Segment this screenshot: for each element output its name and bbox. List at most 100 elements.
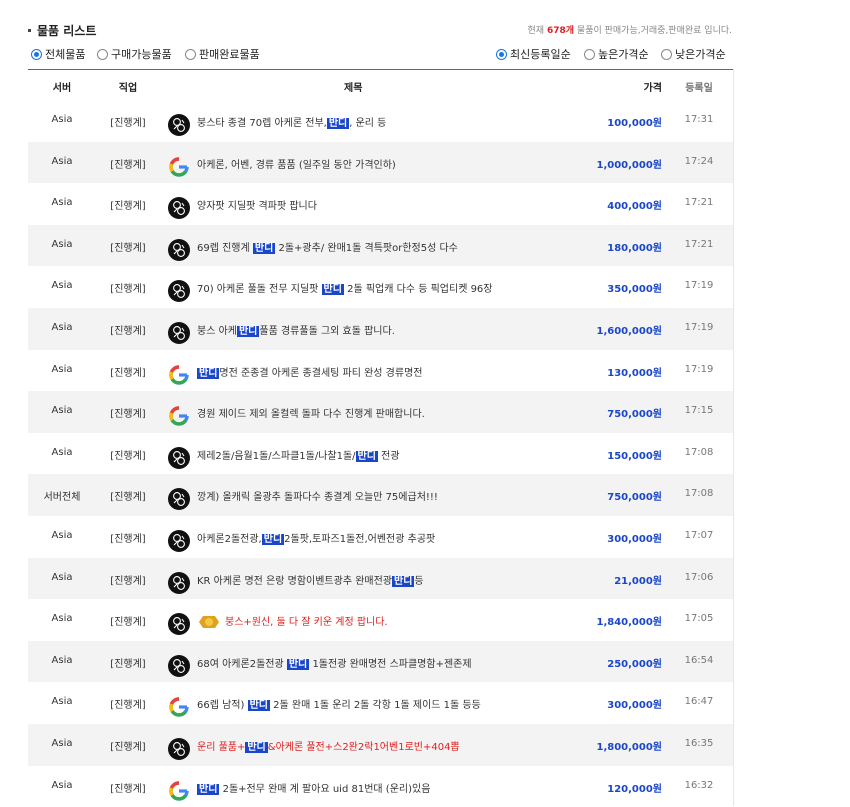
server-cell: Asia <box>28 405 96 416</box>
bandi-tag: 반디 <box>197 784 219 795</box>
google-icon <box>168 696 190 718</box>
item-title-link[interactable]: 아케론, 어벤, 경류 품품 (일주일 동안 가격인하) <box>197 156 396 171</box>
price-cell: 1,600,000원 <box>596 322 662 337</box>
item-title-link[interactable]: 66렙 남적) 반디 2돌 완매 1돌 운리 2돌 각항 1돌 제이드 1돌 등… <box>197 696 481 711</box>
date-cell: 17:06 <box>676 572 722 583</box>
sort-price-low[interactable]: 낮은가격순 <box>661 46 726 62</box>
server-cell: Asia <box>28 655 96 666</box>
job-cell: [진행계] <box>96 364 160 379</box>
item-title-link[interactable]: 68여 아케론2돌전광 반디 1돌전광 완매명전 스파클명함+젠존제 <box>197 655 472 670</box>
item-title-link[interactable]: 운리 풀품+반디&아케론 풀전+스2완2락1어벤1로빈+404뽑 <box>197 738 460 753</box>
server-cell: Asia <box>28 156 96 167</box>
filter-sold[interactable]: 판매완료물품 <box>185 46 260 62</box>
date-cell: 17:07 <box>676 530 722 541</box>
notice-prefix: 현재 <box>528 26 545 36</box>
item-title-link[interactable]: 붕스 아케반디풀품 경류풀돌 그외 효돌 팝니다. <box>197 322 395 337</box>
bandi-tag: 반디 <box>248 700 270 711</box>
table-row[interactable]: Asia[진행계]66렙 남적) 반디 2돌 완매 1돌 운리 2돌 각항 1돌… <box>28 682 734 724</box>
filter-all[interactable]: 전체물품 <box>31 46 85 62</box>
table-row[interactable]: Asia[진행계]KR 아케론 명전 은랑 명함이벤트광추 완매전광반디등21,… <box>28 558 734 600</box>
date-cell: 17:08 <box>676 447 722 458</box>
filter-available[interactable]: 구매가능물품 <box>97 46 172 62</box>
server-cell: Asia <box>28 780 96 791</box>
title-text: 2돌+광추/ 완매1돌 격특팟or한정5성 다수 <box>275 243 458 254</box>
title-text: , 운리 등 <box>349 118 386 129</box>
table-row[interactable]: Asia[진행계]양자팟 지딜팟 격파팟 팝니다400,000원17:21 <box>28 183 734 225</box>
hoyoverse-icon <box>168 197 190 219</box>
col-price: 가격 <box>644 79 662 94</box>
server-cell: Asia <box>28 738 96 749</box>
item-title-link[interactable]: 깡계) 올캐릭 올광추 돌파다수 종결계 오늘만 75에급처!!! <box>197 488 438 503</box>
job-cell: [진행계] <box>96 655 160 670</box>
table-row[interactable]: Asia[진행계]반디 2돌+전무 완매 계 팔아요 uid 81번대 (운리)… <box>28 766 734 807</box>
item-title-link[interactable]: 제레2돌/음월1돌/스파클1돌/나찰1돌/반디 전광 <box>197 447 400 462</box>
radio-icon[interactable] <box>31 49 42 60</box>
sort-newest[interactable]: 최신등록일순 <box>496 46 571 62</box>
table-row[interactable]: Asia[진행계]붕스타 종결 70렙 아케론 전부,반디, 운리 등100,0… <box>28 100 734 142</box>
col-title: 제목 <box>344 79 362 94</box>
table-row[interactable]: Asia[진행계] 68여 아케론2돌전광 반디 1돌전광 완매명전 스파클명함+… <box>28 641 734 683</box>
price-cell: 130,000원 <box>607 364 662 379</box>
item-title-link[interactable]: 반디명전 준종결 아케론 종결세팅 파티 완성 경류명전 <box>197 364 422 379</box>
table-row[interactable]: Asia[진행계]70) 아케론 풀돌 전무 지딜팟 반디 2돌 픽업캐 다수 … <box>28 266 734 308</box>
item-title-link[interactable]: 경원 제이드 제외 올컬렉 돌파 다수 진행계 판매합니다. <box>197 405 425 420</box>
job-cell: [진행계] <box>96 738 160 753</box>
hoyoverse-icon <box>168 613 190 635</box>
radio-icon[interactable] <box>584 49 595 60</box>
server-cell: Asia <box>28 197 96 208</box>
job-cell: [진행계] <box>96 405 160 420</box>
table-row[interactable]: Asia[진행계]붕스 아케반디풀품 경류풀돌 그외 효돌 팝니다.1,600,… <box>28 308 734 350</box>
panel-edge <box>733 69 734 806</box>
table-row[interactable]: Asia[진행계]69렙 진행계 반디 2돌+광추/ 완매1돌 격특팟or한정5… <box>28 225 734 267</box>
item-title-link[interactable]: 붕스타 종결 70렙 아케론 전부,반디, 운리 등 <box>197 114 386 129</box>
title-text: 붕스 아케 <box>197 326 237 337</box>
title-text: 운리 풀품+ <box>197 742 245 753</box>
item-title-link[interactable]: 반디 2돌+전무 완매 계 팔아요 uid 81번대 (운리)있음 <box>197 780 430 795</box>
table-row[interactable]: 서버전체[진행계]깡계) 올캐릭 올광추 돌파다수 종결계 오늘만 75에급처!… <box>28 474 734 516</box>
server-cell: Asia <box>28 572 96 583</box>
col-job: 직업 <box>96 79 160 94</box>
table-row[interactable]: Asia[진행계]경원 제이드 제외 올컬렉 돌파 다수 진행계 판매합니다.7… <box>28 391 734 433</box>
server-cell: Asia <box>28 280 96 291</box>
table-row[interactable]: Asia[진행계]아케론, 어벤, 경류 품품 (일주일 동안 가격인하)1,0… <box>28 142 734 184</box>
title-text: 아케론2돌전광, <box>197 534 262 545</box>
job-cell: [진행계] <box>96 696 160 711</box>
item-title-link[interactable]: 69렙 진행계 반디 2돌+광추/ 완매1돌 격특팟or한정5성 다수 <box>197 239 458 254</box>
radio-icon[interactable] <box>97 49 108 60</box>
title-text: 명전 준종결 아케론 종결세팅 파티 완성 경류명전 <box>219 368 422 379</box>
item-title-link[interactable]: 붕스+원신, 둘 다 잘 키운 계정 팝니다. <box>197 613 388 629</box>
title-text: 경원 제이드 제외 올컬렉 돌파 다수 진행계 판매합니다. <box>197 409 425 420</box>
title-text: 깡계) 올캐릭 올광추 돌파다수 종결계 오늘만 75에급처!!! <box>197 492 438 503</box>
price-cell: 250,000원 <box>607 655 662 670</box>
title-text: 전광 <box>378 451 400 462</box>
filter-available-label: 구매가능물품 <box>111 46 172 62</box>
sort-price-high[interactable]: 높은가격순 <box>584 46 649 62</box>
table-row[interactable]: Asia[진행계]아케론2돌전광,반디2돌팟,토파즈1돌전,어벤전광 추공팟30… <box>28 516 734 558</box>
radio-icon[interactable] <box>185 49 196 60</box>
job-cell: [진행계] <box>96 239 160 254</box>
price-cell: 750,000원 <box>607 488 662 503</box>
item-title-link[interactable]: 70) 아케론 풀돌 전무 지딜팟 반디 2돌 픽업캐 다수 등 픽업티켓 96… <box>197 280 493 295</box>
table-row[interactable]: Asia[진행계] 운리 풀품+반디&아케론 풀전+스2완2락1어벤1로빈+404… <box>28 724 734 766</box>
gold-badge-icon <box>197 617 225 628</box>
table-row[interactable]: Asia[진행계]제레2돌/음월1돌/스파클1돌/나찰1돌/반디 전광150,0… <box>28 433 734 475</box>
job-cell: [진행계] <box>96 447 160 462</box>
radio-icon[interactable] <box>661 49 672 60</box>
item-table: 서버 직업 제목 가격 등록일 Asia[진행계]붕스타 종결 70렙 아케론 … <box>28 69 734 807</box>
item-title-link[interactable]: KR 아케론 명전 은랑 명함이벤트광추 완매전광반디등 <box>197 572 424 587</box>
title-text: 풀품 경류풀돌 그외 효돌 팝니다. <box>259 326 395 337</box>
job-cell: [진행계] <box>96 530 160 545</box>
table-header: 서버 직업 제목 가격 등록일 <box>28 70 734 100</box>
item-count-notice: 현재 678개 물품이 판매가능,거래중,판매완료 입니다. <box>528 23 732 36</box>
date-cell: 17:05 <box>676 613 722 624</box>
radio-icon[interactable] <box>496 49 507 60</box>
table-row[interactable]: Asia[진행계]붕스+원신, 둘 다 잘 키운 계정 팝니다.1,840,00… <box>28 599 734 641</box>
job-cell: [진행계] <box>96 197 160 212</box>
job-cell: [진행계] <box>96 114 160 129</box>
item-title-link[interactable]: 양자팟 지딜팟 격파팟 팝니다 <box>197 197 317 212</box>
date-cell: 17:15 <box>676 405 722 416</box>
table-row[interactable]: Asia[진행계]반디명전 준종결 아케론 종결세팅 파티 완성 경류명전130… <box>28 350 734 392</box>
title-text: 69렙 진행계 <box>197 243 253 254</box>
server-cell: Asia <box>28 322 96 333</box>
item-title-link[interactable]: 아케론2돌전광,반디2돌팟,토파즈1돌전,어벤전광 추공팟 <box>197 530 435 545</box>
